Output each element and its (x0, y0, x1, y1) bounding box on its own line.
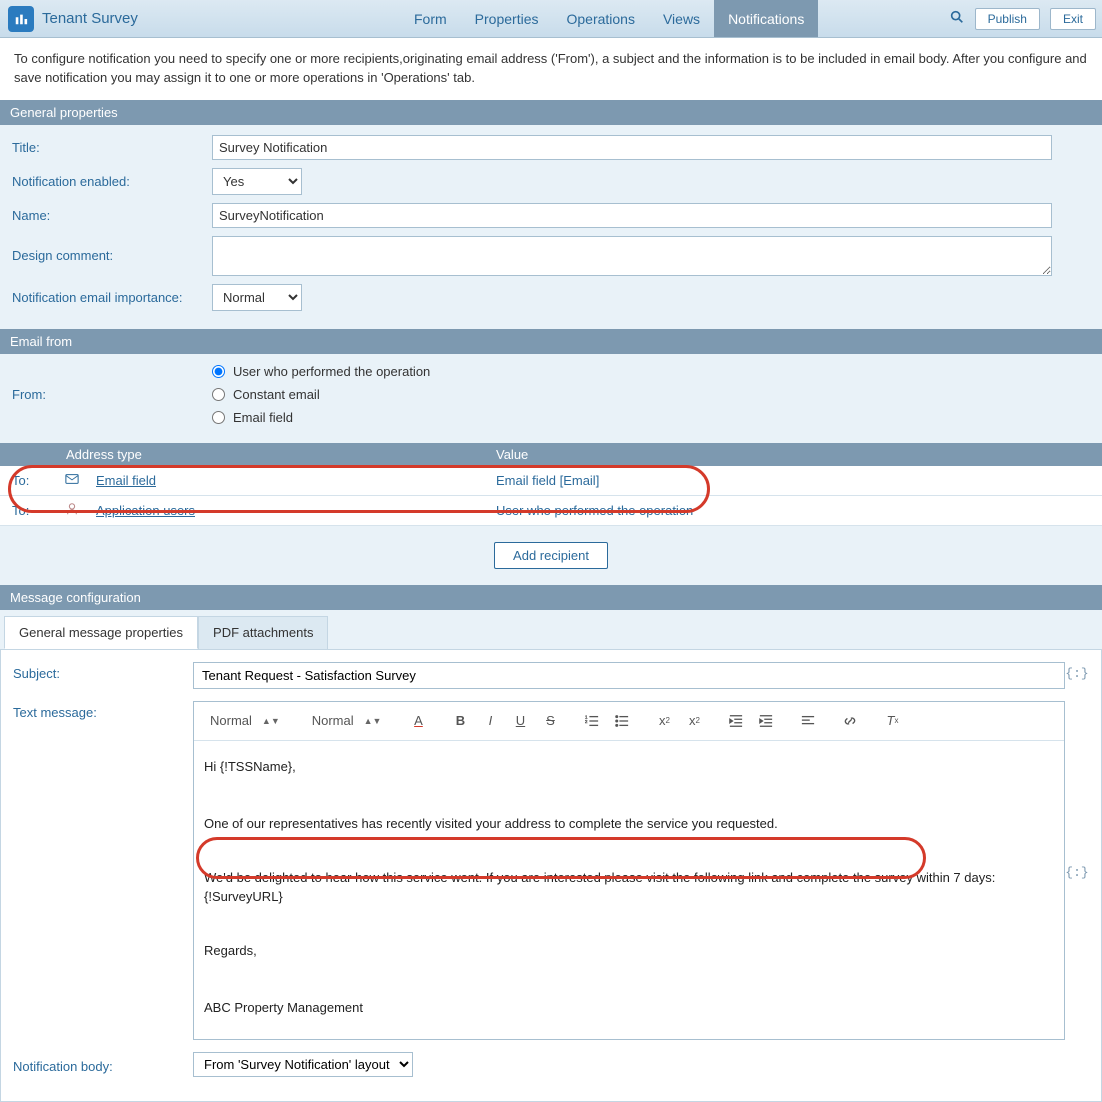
rich-text-editor: Normal▲▼ Normal▲▼ A B I U S 12 x2 x2 (193, 701, 1065, 1040)
search-icon[interactable] (949, 9, 965, 28)
comment-textarea[interactable] (212, 236, 1052, 276)
from-radio-field[interactable] (212, 411, 225, 424)
row-to-label: To: (8, 471, 52, 490)
from-radio-constant[interactable] (212, 388, 225, 401)
comment-label: Design comment: (12, 248, 212, 263)
app-title: Tenant Survey (42, 10, 138, 27)
bold-icon[interactable]: B (447, 708, 473, 734)
from-radio-user[interactable] (212, 365, 225, 378)
text-color-icon[interactable]: A (405, 708, 431, 734)
message-config-header: Message configuration (0, 585, 1102, 610)
link-icon[interactable] (837, 708, 863, 734)
message-body-panel: Subject: {:} Text message: Normal▲▼ Norm… (0, 649, 1102, 1102)
nav-properties[interactable]: Properties (461, 0, 553, 37)
clear-format-icon[interactable]: Tx (879, 708, 905, 734)
enabled-label: Notification enabled: (12, 174, 212, 189)
notification-body-select[interactable]: From 'Survey Notification' layout (193, 1052, 413, 1077)
exit-button[interactable]: Exit (1050, 8, 1096, 30)
body-line-survey-url: {!SurveyURL} (204, 889, 283, 904)
message-tabs: General message properties PDF attachmen… (0, 616, 1102, 649)
add-recipient-button[interactable]: Add recipient (494, 542, 608, 569)
nav-views[interactable]: Views (649, 0, 714, 37)
importance-label: Notification email importance: (12, 290, 212, 305)
subject-label: Subject: (13, 662, 193, 681)
body-line: Hi {!TSSName}, (204, 755, 1054, 780)
paragraph-style-select[interactable]: Normal▲▼ (202, 711, 288, 730)
bullet-list-icon[interactable] (609, 708, 635, 734)
tab-general-message[interactable]: General message properties (4, 616, 198, 649)
table-row[interactable]: To: Application users User who performed… (0, 496, 1102, 526)
text-message-label: Text message: (13, 701, 193, 720)
from-option-constant: Constant email (233, 387, 320, 402)
enabled-select[interactable]: Yes (212, 168, 302, 195)
email-from-header: Email from (0, 329, 1102, 354)
title-label: Title: (12, 140, 212, 155)
address-value: Email field [Email] (492, 471, 1094, 490)
svg-text:2: 2 (585, 718, 588, 723)
address-type-link[interactable]: Email field (96, 473, 156, 488)
publish-button[interactable]: Publish (975, 8, 1040, 30)
email-from-panel: From: User who performed the operation C… (0, 354, 1102, 443)
row-to-label: To: (8, 501, 52, 520)
address-type-link[interactable]: Application users (96, 503, 195, 518)
body-line: One of our representatives has recently … (204, 812, 1054, 837)
editor-toolbar: Normal▲▼ Normal▲▼ A B I U S 12 x2 x2 (194, 702, 1064, 741)
nav-form[interactable]: Form (400, 0, 461, 37)
app-logo-icon (8, 6, 34, 32)
recipients-table: Address type Value To: Email field Email… (0, 443, 1102, 526)
text-template-icon[interactable]: {:} (1065, 861, 1089, 880)
nav-operations[interactable]: Operations (552, 0, 648, 37)
top-bar: Tenant Survey Form Properties Operations… (0, 0, 1102, 38)
indent-icon[interactable] (753, 708, 779, 734)
from-label: From: (12, 387, 212, 402)
col-value: Value (488, 443, 536, 466)
body-line: ABC Property Management (204, 996, 1054, 1021)
user-icon (52, 500, 92, 521)
heading-style-select[interactable]: Normal▲▼ (304, 711, 390, 730)
col-address-type: Address type (58, 443, 488, 466)
underline-icon[interactable]: U (507, 708, 533, 734)
subject-input[interactable] (193, 662, 1065, 689)
notification-body-label: Notification body: (13, 1055, 193, 1074)
email-field-icon (52, 470, 92, 491)
from-option-user: User who performed the operation (233, 364, 430, 379)
name-label: Name: (12, 208, 212, 223)
general-properties-header: General properties (0, 100, 1102, 125)
intro-text: To configure notification you need to sp… (0, 38, 1102, 100)
body-line: We'd be delighted to hear how this servi… (204, 870, 995, 885)
superscript-icon[interactable]: x2 (681, 708, 707, 734)
strikethrough-icon[interactable]: S (537, 708, 563, 734)
body-line: Regards, (204, 939, 1054, 964)
nav-notifications[interactable]: Notifications (714, 0, 818, 37)
align-icon[interactable] (795, 708, 821, 734)
tab-pdf-attachments[interactable]: PDF attachments (198, 616, 328, 649)
ordered-list-icon[interactable]: 12 (579, 708, 605, 734)
name-input[interactable] (212, 203, 1052, 228)
table-row[interactable]: To: Email field Email field [Email] (0, 466, 1102, 496)
editor-content-area[interactable]: Hi {!TSSName}, One of our representative… (194, 741, 1064, 1039)
main-nav: Form Properties Operations Views Notific… (400, 0, 818, 37)
outdent-icon[interactable] (723, 708, 749, 734)
address-value: User who performed the operation (492, 501, 1094, 520)
header-right: Publish Exit (949, 8, 1096, 30)
importance-select[interactable]: Normal (212, 284, 302, 311)
italic-icon[interactable]: I (477, 708, 503, 734)
from-option-field: Email field (233, 410, 293, 425)
subscript-icon[interactable]: x2 (651, 708, 677, 734)
general-properties-panel: Title: Notification enabled: Yes Name: D… (0, 125, 1102, 329)
title-input[interactable] (212, 135, 1052, 160)
subject-template-icon[interactable]: {:} (1065, 662, 1089, 681)
